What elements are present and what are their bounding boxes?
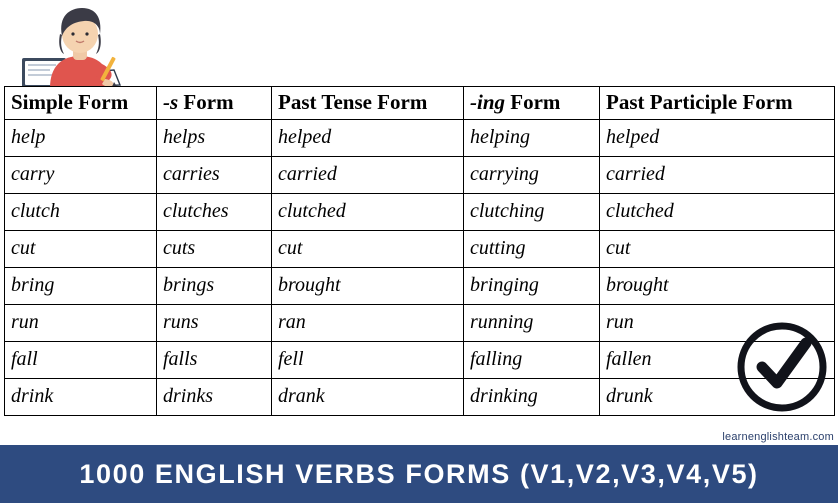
table-body: help helps helped helping helped carry carries… (4, 119, 835, 416)
cell-ing-form: running (463, 304, 600, 342)
column-header-text: Form (505, 89, 561, 114)
cell-past-tense: clutched (271, 193, 464, 231)
cell-past-tense: brought (271, 267, 464, 305)
table-row: drink drinks drank drinking drunk (4, 378, 835, 416)
column-header-text: Past Participle Form (606, 89, 793, 114)
cell-simple: drink (4, 378, 157, 416)
cell-past-participle: helped (599, 119, 835, 157)
site-credit-text: learnenglishteam.com (722, 431, 834, 443)
cell-ing-form: helping (463, 119, 600, 157)
cell-past-tense: cut (271, 230, 464, 268)
cell-s-form: cuts (156, 230, 272, 268)
table-header-row: Simple Form -s Form Past Tense Form -ing… (4, 86, 835, 120)
column-header-ing-form: -ing Form (463, 86, 600, 120)
cell-past-participle: carried (599, 156, 835, 194)
cell-ing-form: falling (463, 341, 600, 379)
cell-simple: help (4, 119, 157, 157)
table-row: clutch clutches clutched clutching clutched (4, 193, 835, 231)
column-header-italic-prefix: -s (163, 89, 179, 114)
cell-past-tense: drank (271, 378, 464, 416)
column-header-past-participle-form: Past Participle Form (599, 86, 835, 120)
cell-s-form: brings (156, 267, 272, 305)
column-header-s-form: -s Form (156, 86, 272, 120)
column-header-text: Form (178, 89, 234, 114)
cell-past-tense: ran (271, 304, 464, 342)
column-header-simple-form: Simple Form (4, 86, 157, 120)
cell-s-form: carries (156, 156, 272, 194)
cell-ing-form: cutting (463, 230, 600, 268)
cell-past-tense: carried (271, 156, 464, 194)
cell-past-tense: fell (271, 341, 464, 379)
verb-forms-table: Simple Form -s Form Past Tense Form -ing… (4, 86, 835, 416)
cell-ing-form: drinking (463, 378, 600, 416)
cell-simple: bring (4, 267, 157, 305)
cell-past-participle: brought (599, 267, 835, 305)
cell-ing-form: carrying (463, 156, 600, 194)
cell-ing-form: bringing (463, 267, 600, 305)
cell-past-participle: cut (599, 230, 835, 268)
column-header-text: Past Tense Form (278, 89, 428, 114)
cell-s-form: runs (156, 304, 272, 342)
header-illustration (10, 0, 170, 89)
table-row: help helps helped helping helped (4, 119, 835, 157)
cell-s-form: clutches (156, 193, 272, 231)
column-header-text: Simple Form (11, 89, 129, 114)
bottom-banner: 1000 English Verbs Forms (V1,V2,V3,V4,V5… (0, 445, 838, 503)
table-row: cut cuts cut cutting cut (4, 230, 835, 268)
cell-s-form: drinks (156, 378, 272, 416)
cell-simple: fall (4, 341, 157, 379)
column-header-past-tense-form: Past Tense Form (271, 86, 464, 120)
cell-simple: cut (4, 230, 157, 268)
cell-past-participle: clutched (599, 193, 835, 231)
cell-s-form: helps (156, 119, 272, 157)
cell-simple: clutch (4, 193, 157, 231)
table-row: carry carries carried carrying carried (4, 156, 835, 194)
table-row: run runs ran running run (4, 304, 835, 342)
banner-title: 1000 English Verbs Forms (V1,V2,V3,V4,V5… (79, 458, 759, 489)
cell-simple: carry (4, 156, 157, 194)
table-row: bring brings brought bringing brought (4, 267, 835, 305)
cell-ing-form: clutching (463, 193, 600, 231)
cell-simple: run (4, 304, 157, 342)
cell-s-form: falls (156, 341, 272, 379)
cell-past-tense: helped (271, 119, 464, 157)
check-mark-icon (734, 319, 830, 415)
column-header-italic-prefix: -ing (470, 89, 506, 114)
table-row: fall falls fell falling fallen (4, 341, 835, 379)
